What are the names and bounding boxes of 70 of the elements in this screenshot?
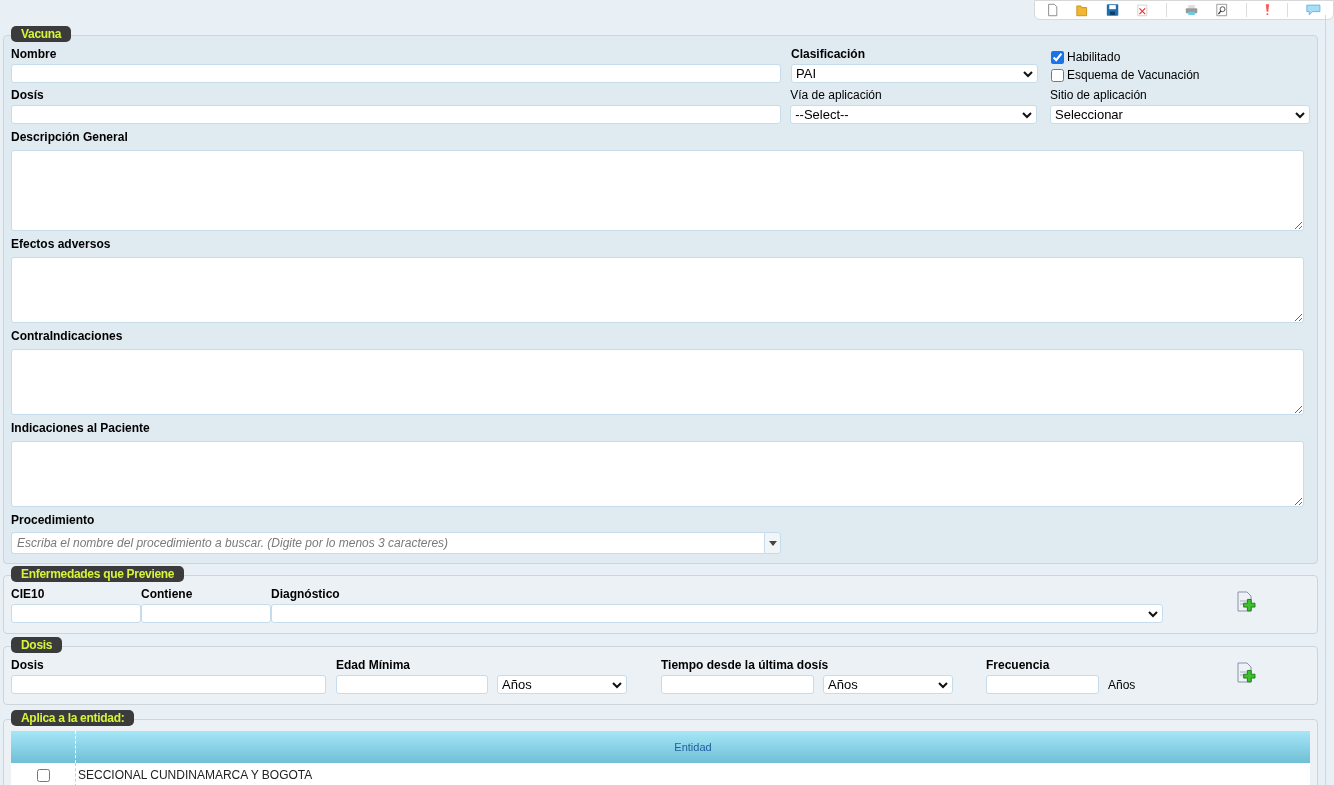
table-cell-text: SECCIONAL CUNDINAMARCA Y BOGOTA (77, 767, 313, 784)
select-dropdown[interactable]: Seleccionar (1050, 105, 1310, 124)
caret-icon (938, 680, 948, 689)
checkbox-label: Habilitado (1067, 49, 1121, 66)
speech-bubble-icon[interactable] (1306, 3, 1321, 17)
select-value: Seleccionar (1055, 106, 1123, 123)
field-label: Dosis (11, 658, 45, 672)
select-value: Años (828, 676, 858, 693)
dropdown-button[interactable] (764, 532, 781, 554)
section-legend: Dosis (11, 637, 63, 653)
folder-icon[interactable] (1076, 2, 1088, 18)
field-label: Frecuencia (986, 658, 1051, 672)
text-area[interactable] (11, 441, 1304, 507)
text-area[interactable] (11, 349, 1304, 415)
section-legend: Enfermedades que Previene (11, 566, 185, 582)
text-field[interactable] (11, 675, 326, 694)
close-icon[interactable] (1136, 2, 1149, 18)
save-icon[interactable] (1105, 2, 1119, 18)
text-field[interactable] (336, 675, 488, 694)
checkbox[interactable] (1051, 68, 1064, 82)
field-label: CIE10 (11, 587, 46, 601)
select-value: PAI (796, 65, 816, 82)
blank-page-icon[interactable] (1047, 2, 1059, 18)
field-label: Sitio de aplicación (1050, 88, 1148, 102)
text-field[interactable] (661, 675, 814, 694)
field-label: Vía de aplicación (790, 88, 883, 102)
text-field[interactable] (11, 604, 141, 623)
text-field[interactable] (986, 675, 1099, 694)
text-field[interactable] (141, 604, 271, 623)
text-area[interactable] (11, 150, 1304, 231)
caret-icon (612, 680, 622, 689)
checkbox-label: Esquema de Vacunación (1067, 67, 1200, 84)
field-label: Contiene (141, 587, 194, 601)
text-field[interactable] (11, 105, 781, 124)
field-label: Efectos adversos (11, 237, 112, 251)
checkbox[interactable] (1051, 50, 1064, 64)
select-value: Años (502, 676, 532, 693)
select-dropdown[interactable] (271, 604, 1163, 623)
field-label: Nombre (11, 47, 58, 61)
unit-label: Años (1108, 676, 1136, 694)
select-dropdown[interactable]: Años (823, 675, 953, 694)
field-label: Procedimiento (11, 513, 96, 527)
select-dropdown[interactable]: PAI (791, 64, 1038, 83)
search-field[interactable]: Escriba el nombre del procedimiento a buscar. (Digite por lo menos 3 caracteres) (11, 532, 764, 554)
field-label: Indicaciones al Paciente (11, 421, 151, 435)
section-legend: Aplica a la entidad: (11, 710, 135, 726)
select-dropdown[interactable]: --Select-- (790, 105, 1038, 124)
select-dropdown[interactable]: Años (497, 675, 627, 694)
text-field[interactable] (11, 64, 781, 83)
printer-icon[interactable] (1185, 2, 1199, 18)
add-document-icon[interactable] (1237, 591, 1257, 613)
checkbox[interactable] (36, 768, 50, 782)
section-legend: Vacuna (11, 26, 72, 42)
field-label: Tiempo desde la última dosís (661, 658, 830, 672)
text-area[interactable] (11, 257, 1304, 323)
caret-icon (1023, 69, 1033, 78)
field-label: Descripción General (11, 130, 129, 144)
search-icon[interactable] (1216, 2, 1228, 18)
field-label: ContraIndicaciones (11, 329, 124, 343)
field-label: Dosís (11, 88, 45, 102)
select-value: --Select-- (795, 106, 849, 123)
caret-icon (1022, 110, 1033, 119)
dropdown-arrow-icon[interactable] (768, 540, 777, 546)
add-document-icon[interactable] (1237, 662, 1257, 684)
field-label: Edad Mínima (336, 658, 411, 672)
field-label: Diagnóstico (271, 587, 341, 601)
exclamation-icon[interactable] (1264, 3, 1270, 17)
caret-icon (1295, 110, 1305, 119)
field-label: Clasificación (791, 47, 867, 61)
caret-icon (1148, 609, 1158, 618)
